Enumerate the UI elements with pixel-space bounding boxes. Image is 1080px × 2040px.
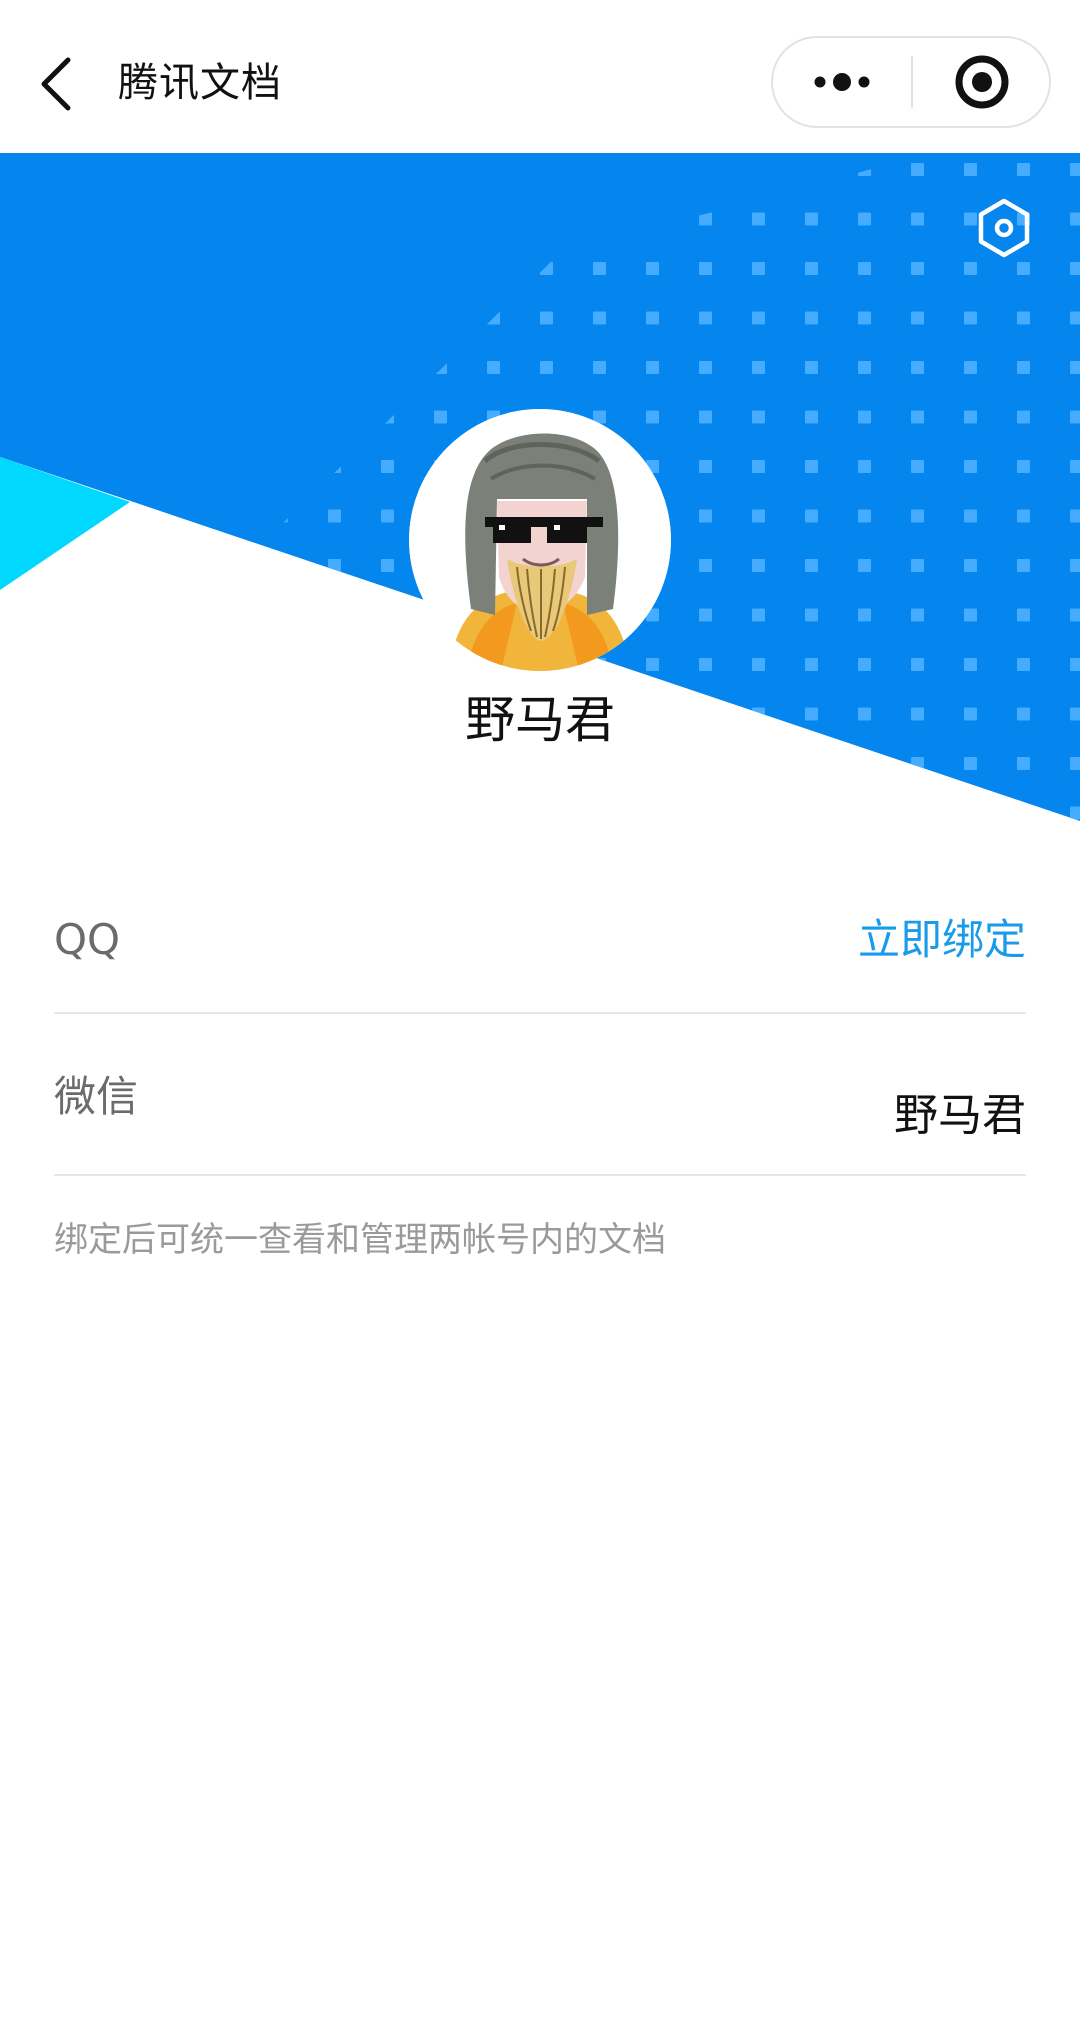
avatar[interactable] [409,409,671,671]
qq-account-row: QQ 立即绑定 [54,880,1026,1013]
more-button[interactable] [773,38,912,126]
bind-qq-button[interactable]: 立即绑定 [858,908,1026,972]
cartoon-avatar-icon [409,409,671,671]
profile-page: 腾讯文档 野马君 QQ 立即绑定 微信 野马君 绑定后可统一查看和管理两帐号内的… [0,0,1080,2040]
back-button[interactable] [30,44,90,124]
hexagon-settings-icon [978,198,1030,258]
divider [54,1174,1026,1176]
wechat-account-row: 微信 野马君 [54,1015,1026,1175]
more-dots-icon [814,73,870,91]
divider [54,1012,1026,1014]
wechat-account-name: 野马君 [894,1090,1026,1141]
mini-program-capsule [771,36,1051,128]
page-title: 腾讯文档 [118,60,282,106]
chevron-left-icon [41,57,71,111]
target-circle-icon [955,55,1009,109]
close-mini-program-button[interactable] [913,38,1049,126]
username: 野马君 [465,691,615,749]
binding-hint: 绑定后可统一查看和管理两帐号内的文档 [54,1220,666,1260]
qq-label: QQ [54,915,121,964]
nav-bar: 腾讯文档 [0,0,1080,153]
wechat-label: 微信 [54,1072,139,1121]
settings-button[interactable] [972,196,1036,260]
